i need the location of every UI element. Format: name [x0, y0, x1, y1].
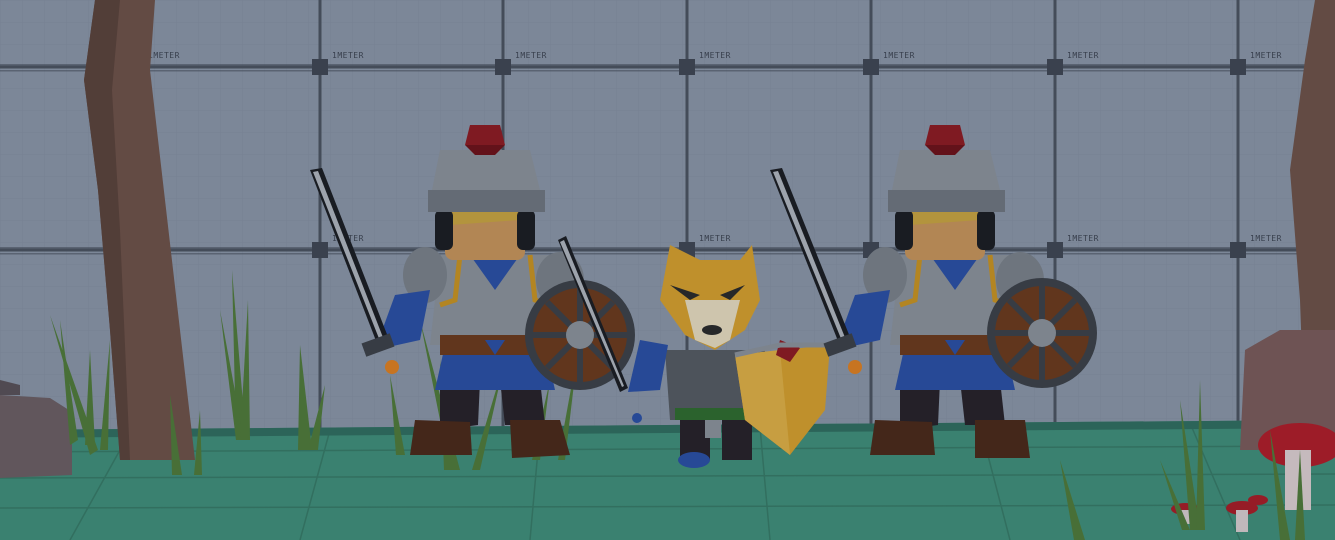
scene-canvas: 1METER 1METER 1METER 1METER 1METER 1METE… — [0, 0, 1335, 540]
game-viewport[interactable]: 1METER 1METER 1METER 1METER 1METER 1METE… — [0, 0, 1335, 540]
lighting-overlay — [0, 0, 1335, 540]
